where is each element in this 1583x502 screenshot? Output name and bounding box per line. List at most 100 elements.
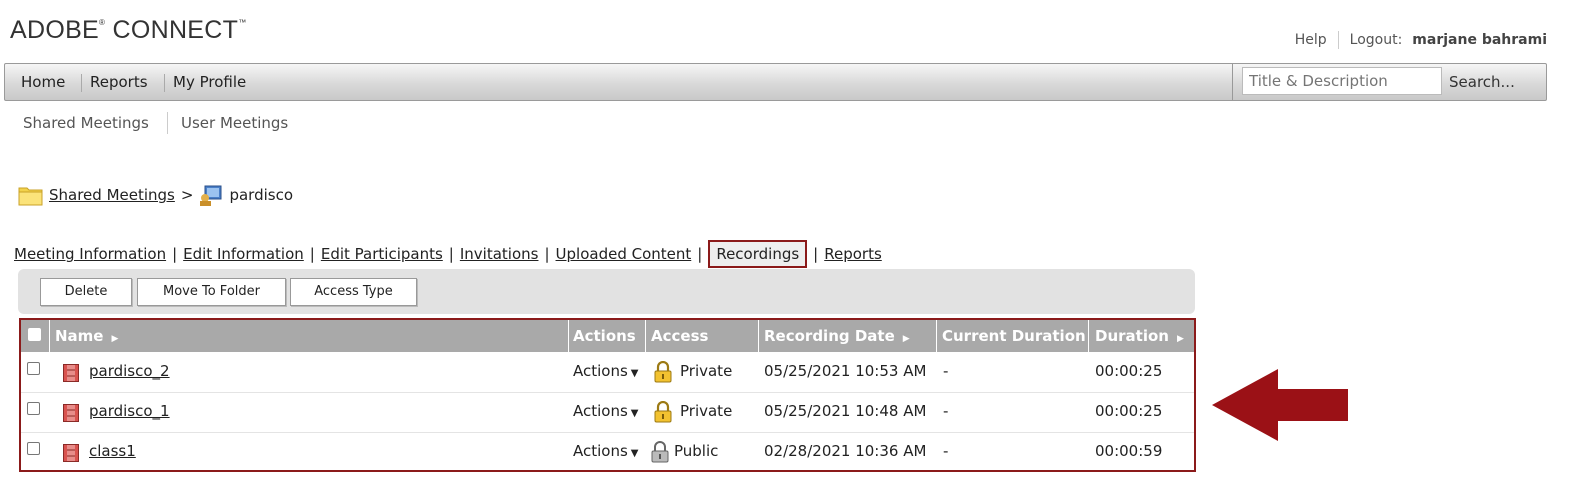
recording-name[interactable]: pardisco_1 bbox=[89, 402, 170, 420]
actions-label: Actions bbox=[573, 402, 628, 420]
unlock-icon bbox=[651, 441, 669, 463]
logout-link[interactable]: Logout: bbox=[1350, 32, 1403, 48]
dropdown-arrow-icon: ▼ bbox=[630, 368, 639, 379]
header-recording-date[interactable]: Recording Date ▶ bbox=[764, 327, 910, 345]
logo-word-adobe: ADOBE bbox=[10, 16, 100, 44]
tab-separator: | bbox=[544, 245, 550, 263]
divider bbox=[758, 320, 759, 352]
row-checkbox[interactable] bbox=[27, 362, 40, 375]
tab-separator: | bbox=[448, 245, 454, 263]
recording-date: 05/25/2021 10:48 AM bbox=[764, 402, 927, 420]
header-name[interactable]: Name ▶ bbox=[55, 327, 118, 345]
logo-reg-mark: ® bbox=[99, 18, 106, 27]
adobe-connect-logo: ADOBE® CONNECT™ bbox=[10, 16, 247, 45]
divider bbox=[49, 320, 50, 352]
recording-link[interactable]: class1 bbox=[89, 442, 136, 460]
table-row: class1 Actions ▼ Public 02/28/2021 10:36 … bbox=[21, 432, 1194, 472]
sort-arrow-icon: ▶ bbox=[1176, 334, 1184, 344]
header-name-label: Name bbox=[55, 327, 104, 345]
breadcrumb-separator: > bbox=[180, 186, 194, 204]
delete-button[interactable]: Delete bbox=[40, 278, 132, 306]
divider bbox=[81, 74, 82, 92]
table-row: pardisco_1 Actions ▼ Private 05/25/2021 1… bbox=[21, 392, 1194, 433]
header-duration-label: Duration bbox=[1095, 327, 1169, 345]
move-to-folder-button[interactable]: Move To Folder bbox=[137, 278, 286, 306]
dropdown-arrow-icon: ▼ bbox=[630, 408, 639, 419]
current-duration: - bbox=[943, 402, 949, 420]
search-button[interactable]: Search... bbox=[1449, 73, 1515, 91]
lock-icon bbox=[654, 361, 672, 383]
actions-label: Actions bbox=[573, 362, 628, 380]
logo-word-connect: CONNECT bbox=[112, 16, 239, 44]
breadcrumb: Shared Meetings > pardisco bbox=[18, 184, 293, 206]
tab-edit-information[interactable]: Edit Information bbox=[183, 245, 304, 263]
top-links: Help Logout: marjane bahrami bbox=[1295, 31, 1547, 49]
nav-reports[interactable]: Reports bbox=[90, 73, 148, 91]
recording-link[interactable]: pardisco_2 bbox=[89, 362, 170, 380]
nav-home[interactable]: Home bbox=[21, 73, 65, 91]
tab-edit-participants[interactable]: Edit Participants bbox=[321, 245, 443, 263]
divider bbox=[568, 320, 569, 352]
main-nav-bar: Home Reports My Profile Search... bbox=[4, 63, 1547, 101]
row-checkbox[interactable] bbox=[27, 442, 40, 455]
breadcrumb-shared-meetings[interactable]: Shared Meetings bbox=[49, 186, 175, 204]
access-value: Private bbox=[680, 362, 733, 380]
table-header: Name ▶ Actions Access Recording Date ▶ Cur… bbox=[21, 320, 1194, 352]
recording-film-icon bbox=[63, 364, 79, 382]
meeting-icon bbox=[200, 185, 222, 206]
divider bbox=[1088, 320, 1089, 352]
header-recording-date-label: Recording Date bbox=[764, 327, 895, 345]
recordings-table: Name ▶ Actions Access Recording Date ▶ Cur… bbox=[19, 318, 1196, 472]
subnav-user-meetings[interactable]: User Meetings bbox=[181, 114, 288, 132]
tab-separator: | bbox=[697, 245, 703, 263]
divider bbox=[936, 320, 937, 352]
actions-dropdown[interactable]: Actions ▼ bbox=[573, 442, 639, 460]
dropdown-arrow-icon: ▼ bbox=[630, 448, 639, 459]
divider bbox=[167, 112, 168, 134]
actions-dropdown[interactable]: Actions ▼ bbox=[573, 362, 639, 380]
duration: 00:00:25 bbox=[1095, 402, 1163, 420]
divider bbox=[164, 74, 165, 92]
logo-tm-mark: ™ bbox=[238, 18, 247, 27]
tab-reports[interactable]: Reports bbox=[824, 245, 882, 263]
subnav-shared-meetings[interactable]: Shared Meetings bbox=[23, 114, 149, 132]
header-duration[interactable]: Duration ▶ bbox=[1095, 327, 1184, 345]
duration: 00:00:25 bbox=[1095, 362, 1163, 380]
tab-invitations[interactable]: Invitations bbox=[460, 245, 539, 263]
recording-film-icon bbox=[63, 444, 79, 462]
row-checkbox[interactable] bbox=[27, 402, 40, 415]
divider bbox=[1232, 64, 1233, 100]
recording-film-icon bbox=[63, 404, 79, 422]
tab-separator: | bbox=[172, 245, 178, 263]
divider bbox=[1337, 31, 1339, 49]
tab-separator: | bbox=[309, 245, 315, 263]
tab-separator: | bbox=[813, 245, 819, 263]
current-duration: - bbox=[943, 442, 949, 460]
access-value: Private bbox=[680, 402, 733, 420]
recording-name[interactable]: pardisco_2 bbox=[89, 362, 170, 380]
breadcrumb-current: pardisco bbox=[229, 186, 293, 204]
tab-uploaded-content[interactable]: Uploaded Content bbox=[556, 245, 692, 263]
access-type-button[interactable]: Access Type bbox=[290, 278, 417, 306]
actions-dropdown[interactable]: Actions ▼ bbox=[573, 402, 639, 420]
lock-icon bbox=[654, 401, 672, 423]
annotation-arrow-icon bbox=[1212, 369, 1348, 441]
user-name: marjane bahrami bbox=[1412, 32, 1547, 48]
access-value: Public bbox=[674, 442, 719, 460]
recording-date: 05/25/2021 10:53 AM bbox=[764, 362, 927, 380]
help-link[interactable]: Help bbox=[1295, 32, 1327, 48]
select-all-checkbox[interactable] bbox=[28, 328, 41, 341]
actions-label: Actions bbox=[573, 442, 628, 460]
recording-link[interactable]: pardisco_1 bbox=[89, 402, 170, 420]
duration: 00:00:59 bbox=[1095, 442, 1163, 460]
current-duration: - bbox=[943, 362, 949, 380]
recording-date: 02/28/2021 10:36 AM bbox=[764, 442, 927, 460]
tab-meeting-information[interactable]: Meeting Information bbox=[14, 245, 166, 263]
nav-my-profile[interactable]: My Profile bbox=[173, 73, 246, 91]
header-actions: Actions bbox=[573, 327, 636, 345]
search-input[interactable] bbox=[1242, 67, 1442, 95]
divider bbox=[645, 320, 646, 352]
table-row: pardisco_2 Actions ▼ Private 05/25/2021 1… bbox=[21, 352, 1194, 393]
tab-recordings[interactable]: Recordings bbox=[708, 240, 808, 268]
recording-name[interactable]: class1 bbox=[89, 442, 136, 460]
